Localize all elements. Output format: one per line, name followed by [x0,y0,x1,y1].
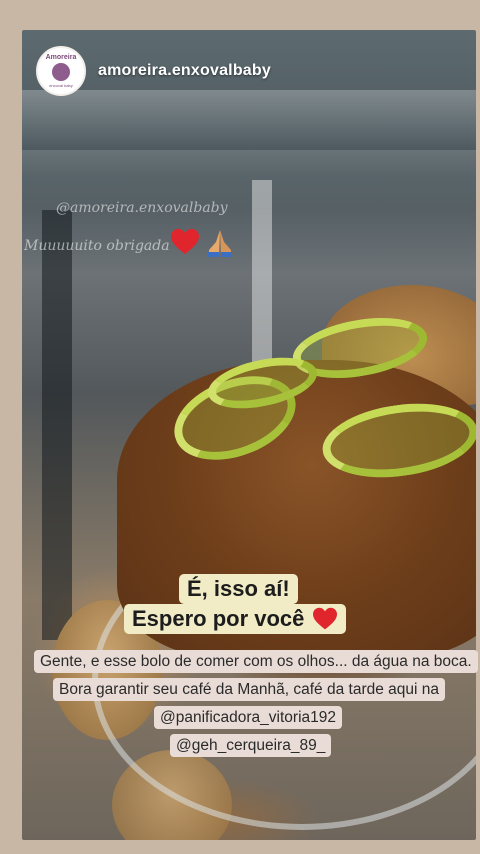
praying-hands-icon [208,230,232,257]
watermark-thanks: Muuuuuito obrigada [24,238,170,254]
display-case-frame [42,210,72,640]
heart-icon [171,228,199,255]
sticker-line-2-text: Espero por você [132,606,305,631]
watermark-handle: @amoreira.enxovalbaby [56,200,228,216]
heart-icon [313,607,338,630]
story-username[interactable]: amoreira.enxovalbaby [98,62,271,80]
story-header: Amoreira enxoval baby amoreira.enxovalba… [36,46,271,96]
sticker-line-2: Espero por você [124,604,347,635]
caption-mention-2[interactable]: @geh_cerqueira_89_ [170,734,332,758]
caption-line-1: Gente, e esse bolo de comer com os olhos… [34,650,478,674]
sticker-line-1: É, isso aí! [179,574,298,605]
caption-mention-1[interactable]: @panificadora_vitoria192 [154,706,343,730]
caption-line-2: Bora garantir seu café da Manhã, café da… [53,678,445,702]
avatar-logo-icon [52,63,70,81]
avatar[interactable]: Amoreira enxoval baby [36,46,86,96]
avatar-logo-text: Amoreira [45,54,77,61]
glass-reflection [22,90,476,150]
avatar-logo-sub: enxoval baby [49,83,73,88]
